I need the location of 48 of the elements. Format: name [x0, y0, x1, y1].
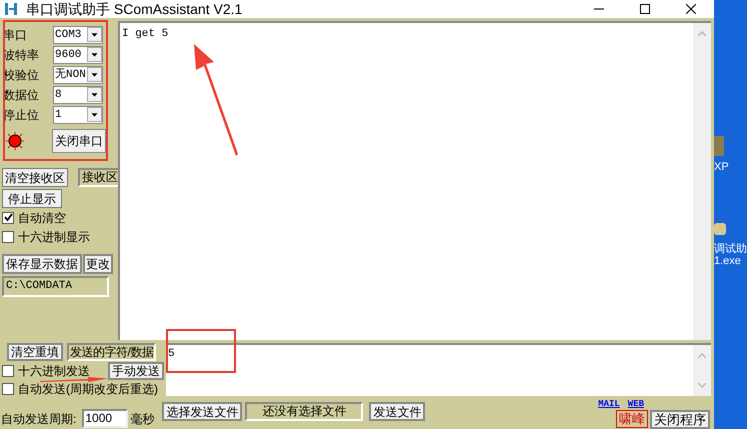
- period-label: 自动发送周期:: [1, 412, 76, 426]
- choose-file-button[interactable]: 选择发送文件: [162, 402, 242, 421]
- checkbox-label: 十六进制发送: [18, 364, 90, 378]
- save-path-field[interactable]: C:\COMDATA: [2, 276, 109, 297]
- maximize-icon: [640, 4, 650, 14]
- checkbox[interactable]: [2, 230, 14, 242]
- checkbox-label: 十六进制显示: [18, 230, 90, 244]
- desktop-icon-label[interactable]: 调试助: [714, 243, 747, 255]
- dropdown-value: COM3: [54, 28, 82, 42]
- dropdown-value: 1: [54, 108, 63, 122]
- annotation-box: [166, 329, 236, 373]
- save-data-button[interactable]: 保存显示数据: [2, 254, 82, 274]
- send-label: 发送的字符/数据: [67, 343, 156, 361]
- period-unit: 毫秒: [130, 412, 154, 426]
- setting-dropdown[interactable]: 8: [53, 86, 103, 104]
- setting-dropdown[interactable]: 1: [53, 106, 103, 124]
- link[interactable]: MAIL: [598, 399, 620, 409]
- dropdown-value: 无NON: [54, 68, 87, 82]
- desktop-icon-label[interactable]: XP: [714, 161, 729, 173]
- app-icon: [4, 2, 18, 16]
- annotation-arrow: [40, 377, 108, 382]
- period-field[interactable]: 1000: [82, 409, 128, 428]
- checkbox[interactable]: [2, 382, 14, 394]
- file-status-label: 还没有选择文件: [245, 402, 364, 421]
- checkbox[interactable]: [2, 365, 14, 377]
- manual-send-button[interactable]: 手动发送: [108, 362, 164, 380]
- setting-dropdown[interactable]: 无NON: [53, 66, 103, 84]
- link[interactable]: WEB: [628, 399, 644, 409]
- setting-dropdown[interactable]: COM3: [53, 26, 103, 44]
- dropdown-value: 9600: [54, 48, 82, 62]
- checkbox-label: 自动清空: [18, 210, 66, 224]
- scrollbar[interactable]: [693, 23, 711, 340]
- desktop-icon-label[interactable]: 1.exe: [714, 255, 741, 267]
- clear-receive-button[interactable]: 清空接收区: [2, 168, 68, 187]
- dropdown-value: 8: [54, 88, 63, 102]
- change-button[interactable]: 更改: [83, 254, 113, 274]
- close-port-button[interactable]: 关闭串口: [52, 129, 106, 153]
- checkbox-label: 自动发送(周期改变后重选): [18, 382, 158, 396]
- window-title: 串口调试助手 SComAssistant V2.1: [26, 2, 242, 16]
- close-icon: [686, 4, 696, 14]
- exit-button[interactable]: 关闭程序: [650, 410, 710, 429]
- checkbox[interactable]: [2, 212, 14, 224]
- stop-display-button[interactable]: 停止显示: [2, 189, 62, 208]
- author-label: 啸峰: [616, 410, 648, 428]
- desktop-icon[interactable]: [714, 223, 726, 235]
- clear-send-button[interactable]: 清空重填: [7, 343, 63, 361]
- setting-dropdown[interactable]: 9600: [53, 46, 103, 64]
- send-file-button[interactable]: 发送文件: [369, 402, 426, 421]
